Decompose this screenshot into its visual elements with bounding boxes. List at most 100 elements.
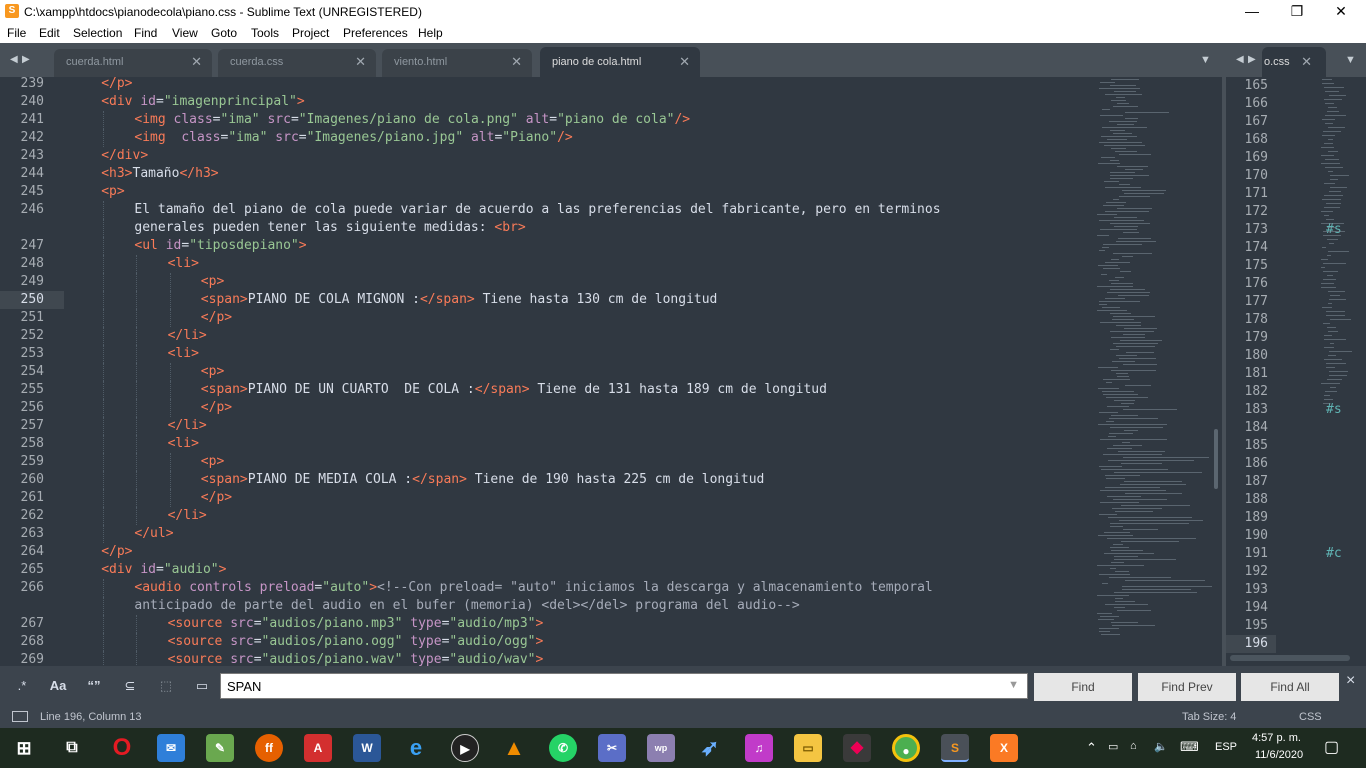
tab-piano-css[interactable]: o.css ✕ [1262, 47, 1326, 77]
code-line[interactable]: <source src="audios/piano.wav" type="aud… [168, 651, 544, 666]
in-selection-toggle-icon[interactable]: ⬚ [152, 674, 180, 698]
wp-icon[interactable]: wp [647, 734, 675, 762]
menu-find[interactable]: Find [134, 26, 157, 40]
file-explorer-icon[interactable]: ▭ [794, 734, 822, 762]
battery-icon[interactable]: ▭ [1108, 740, 1118, 753]
highlight-matches-toggle-icon[interactable]: ▭ [188, 674, 216, 698]
tab-nav-left-icon[interactable]: ◀ [10, 54, 18, 65]
code-area[interactable]: </p> <div id="imagenprincipal"> <img class… [68, 77, 1098, 666]
input-language[interactable]: ESP [1215, 741, 1237, 753]
menu-view[interactable]: View [172, 26, 198, 40]
tray-chevron-icon[interactable]: ⌃ [1086, 740, 1097, 756]
tab-viento-html[interactable]: viento.html ✕ [382, 49, 532, 77]
find-input-box[interactable]: ▼ [220, 673, 1028, 699]
horizontal-scrollbar[interactable] [1230, 655, 1350, 661]
mail-icon[interactable]: ✉ [157, 734, 185, 762]
menu-preferences[interactable]: Preferences [343, 26, 408, 40]
menu-help[interactable]: Help [418, 26, 443, 40]
code-line[interactable]: </li> [168, 327, 207, 345]
code-line[interactable]: <p> [101, 183, 124, 201]
network-icon[interactable]: ⌂ [1130, 740, 1137, 752]
find-close-icon[interactable]: × [1346, 672, 1355, 690]
clock-date[interactable]: 11/6/2020 [1255, 749, 1303, 761]
right-minimap[interactable] [1321, 77, 1361, 417]
code-line[interactable]: <li> [168, 345, 199, 363]
menu-file[interactable]: File [7, 26, 26, 40]
regex-toggle-icon[interactable]: .* [8, 674, 36, 698]
sublime-text-icon[interactable]: S [941, 734, 969, 762]
vertical-scrollbar[interactable] [1212, 77, 1220, 666]
wrap-toggle-icon[interactable]: ⊆ [116, 674, 144, 698]
whatsapp-icon[interactable]: ✆ [549, 734, 577, 762]
tab-close-icon[interactable]: ✕ [679, 47, 690, 77]
code-line[interactable]: </p> [201, 309, 232, 327]
code-line[interactable]: </p> [101, 543, 132, 561]
code-line[interactable]: <span>PIANO DE COLA MIGNON :</span> Tien… [201, 291, 718, 309]
find-prev-button[interactable]: Find Prev [1138, 673, 1236, 701]
code-line[interactable]: </p> [201, 489, 232, 507]
code-line[interactable]: <audio controls preload="auto"><!--Con p… [134, 579, 932, 597]
code-line[interactable]: <h3>Tamaño</h3> [101, 165, 218, 183]
code-line[interactable]: <span>PIANO DE UN CUARTO DE COLA :</span… [201, 381, 827, 399]
code-line[interactable]: <div id="imagenprincipal"> [101, 93, 305, 111]
scrollbar-thumb[interactable] [1214, 429, 1218, 489]
spark-icon[interactable]: ➶ [696, 734, 724, 762]
editor-pane[interactable]: 239 240 241 242 243 244 245 246 247 248 249 250 251 2… [0, 77, 1222, 666]
code-line[interactable]: <p> [201, 363, 224, 381]
code-line[interactable]: <ul id="tiposdepiano"> [134, 237, 306, 255]
maximize-button[interactable]: ❐ [1274, 0, 1320, 23]
tab-piano-de-cola-html[interactable]: piano de cola.html ✕ [540, 47, 700, 77]
code-line[interactable]: </div> [101, 147, 148, 165]
menu-selection[interactable]: Selection [73, 26, 122, 40]
clock-time[interactable]: 4:57 p. m. [1252, 732, 1301, 744]
code-line[interactable]: <span>PIANO DE MEDIA COLA :</span> Tiene… [201, 471, 765, 489]
find-input[interactable] [227, 677, 997, 695]
code-line[interactable]: <p> [201, 453, 224, 471]
menu-tools[interactable]: Tools [251, 26, 279, 40]
code-line[interactable]: </li> [168, 507, 207, 525]
tab-close-icon[interactable]: ✕ [1301, 47, 1312, 77]
minimap[interactable] [1092, 77, 1212, 666]
edge-icon[interactable]: e [402, 734, 430, 762]
css-selector-snippet[interactable]: #c [1326, 545, 1342, 563]
close-button[interactable]: ✕ [1318, 0, 1364, 23]
menu-project[interactable]: Project [292, 26, 329, 40]
code-line[interactable]: </li> [168, 417, 207, 435]
acrobat-icon[interactable]: A [304, 734, 332, 762]
task-view-icon[interactable]: ⧉ [58, 734, 86, 762]
menu-goto[interactable]: Goto [211, 26, 237, 40]
tab-cuerda-css[interactable]: cuerda.css ✕ [218, 49, 376, 77]
code-line[interactable]: <source src="audios/piano.mp3" type="aud… [168, 615, 544, 633]
code-line[interactable]: anticipado de parte del audio en el bufe… [134, 597, 799, 615]
menu-edit[interactable]: Edit [39, 26, 60, 40]
code-line[interactable]: </p> [201, 399, 232, 417]
notification-icon[interactable]: ▢ [1324, 737, 1339, 757]
right-tab-nav-right-icon[interactable]: ▶ [1248, 54, 1256, 65]
xampp-icon[interactable]: X [990, 734, 1018, 762]
code-line[interactable]: <li> [168, 435, 199, 453]
right-editor-pane[interactable]: 165 166 167 168 169 170 171 172 173 174 175 176 177 1… [1226, 77, 1366, 666]
tab-close-icon[interactable]: ✕ [511, 49, 522, 75]
code-line[interactable]: <p> [201, 273, 224, 291]
minimize-button[interactable]: — [1229, 0, 1275, 23]
right-tab-list-chevron-icon[interactable]: ▼ [1345, 54, 1356, 66]
find-history-dropdown-icon[interactable]: ▼ [1008, 679, 1019, 691]
keyboard-icon[interactable]: ⌨ [1180, 739, 1199, 755]
code-line[interactable]: <img class="ima" src="Imagenes/piano de … [134, 111, 690, 129]
code-line[interactable]: El tamaño del piano de cola puede variar… [134, 201, 940, 219]
panel-toggle-icon[interactable] [12, 711, 28, 722]
code-line[interactable]: <source src="audios/piano.ogg" type="aud… [168, 633, 544, 651]
whole-word-toggle-icon[interactable]: “” [80, 674, 108, 698]
paint-icon[interactable]: ✎ [206, 734, 234, 762]
code-line[interactable]: generales pueden tener las siguiente med… [134, 219, 525, 237]
word-icon[interactable]: W [353, 734, 381, 762]
case-sensitive-toggle-icon[interactable]: Aa [44, 674, 72, 698]
vlc-icon[interactable]: ▲ [500, 734, 528, 762]
syntax-mode[interactable]: CSS [1299, 711, 1322, 723]
code-line[interactable]: </ul> [134, 525, 173, 543]
windows-start-icon[interactable]: ⊞ [10, 734, 38, 762]
git-icon[interactable]: ◆ [843, 734, 871, 762]
opera-icon[interactable]: O [108, 734, 136, 762]
snipping-icon[interactable]: ✂ [598, 734, 626, 762]
code-line[interactable]: <div id="audio"> [101, 561, 226, 579]
